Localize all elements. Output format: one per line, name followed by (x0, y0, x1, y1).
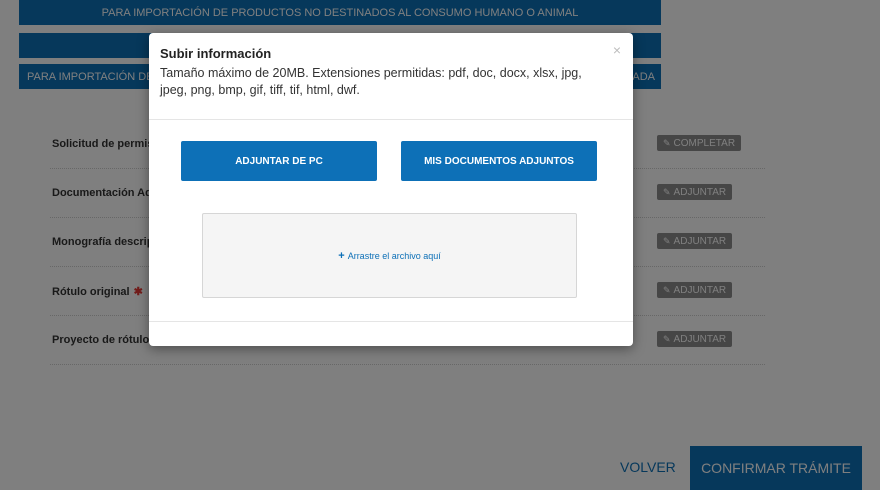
dropzone-label: Arrastre el archivo aquí (347, 250, 441, 261)
close-icon[interactable]: × (613, 42, 621, 58)
upload-dialog: Subir información Tamaño máximo de 20MB.… (149, 33, 633, 346)
dialog-header: Subir información Tamaño máximo de 20MB.… (149, 33, 633, 120)
dialog-footer-divider (149, 321, 633, 322)
dialog-title: Subir información (160, 46, 272, 61)
file-dropzone[interactable]: + Arrastre el archivo aquí (202, 213, 577, 298)
plus-icon: + (338, 249, 345, 262)
dialog-description: Tamaño máximo de 20MB. Extensiones permi… (160, 66, 582, 97)
my-documents-button[interactable]: MIS DOCUMENTOS ADJUNTOS (401, 141, 597, 181)
upload-from-pc-button[interactable]: ADJUNTAR DE PC (181, 141, 377, 181)
